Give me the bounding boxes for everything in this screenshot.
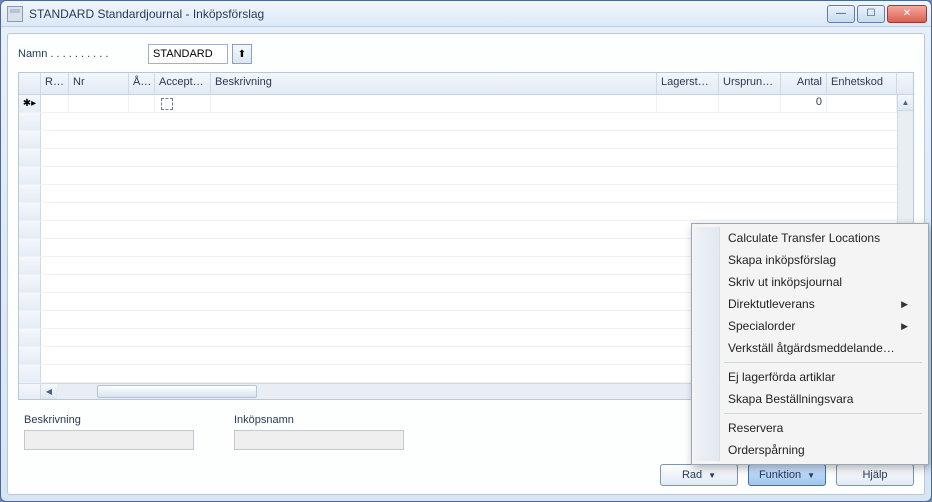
col-header-r[interactable]: R… [41,73,69,94]
cell-nr[interactable] [69,95,129,112]
cell-ursprungl[interactable] [719,95,781,112]
menu-item[interactable]: Specialorder ▶ [694,315,926,337]
table-row[interactable]: ✱▸ 0 [19,95,897,113]
menu-item[interactable]: Calculate Transfer Locations [694,227,926,249]
menu-item-label: Ej lagerförda artiklar [728,370,835,384]
chevron-right-icon: ▶ [901,321,908,332]
maximize-button[interactable]: ☐ [857,5,885,23]
col-header-enhetskod[interactable]: Enhetskod [827,73,897,94]
hjalp-button[interactable]: Hjälp [836,464,914,486]
funktion-button-label: Funktion [759,469,801,481]
col-header-ursprungl[interactable]: Ursprungl… [719,73,781,94]
funktion-button[interactable]: Funktion ▼ [748,464,826,486]
grid-header-scroll-gap [897,73,913,94]
menu-item-label: Orderspårning [728,443,805,457]
app-icon [7,6,23,22]
scroll-left-icon[interactable]: ◀ [41,384,57,399]
chevron-down-icon: ▼ [807,471,815,480]
hscroll-left-pad [19,384,41,399]
menu-item[interactable]: Reservera [694,417,926,439]
chevron-right-icon: ▶ [901,299,908,310]
row-handle[interactable]: ✱▸ [19,95,41,112]
chevron-down-icon: ▼ [708,471,716,480]
menu-separator [724,413,922,414]
scroll-up-icon[interactable]: ▲ [898,95,913,111]
action-buttons: Rad ▼ Funktion ▼ Hjälp [18,464,914,486]
menu-separator [724,362,922,363]
window-frame: STANDARD Standardjournal - Inköpsförslag… [0,0,932,502]
window-title: STANDARD Standardjournal - Inköpsförslag [29,7,827,21]
menu-item-label: Skapa inköpsförslag [728,253,836,267]
namn-label: Namn . . . . . . . . . . [18,48,148,60]
namn-row: Namn . . . . . . . . . . ⬆ [18,44,914,64]
menu-item[interactable]: Direktutleverans ▶ [694,293,926,315]
menu-item-label: Specialorder [728,319,795,333]
grid-header: R… Nr Å… Accepter… Beskrivning Lagerstäl… [19,73,913,95]
cell-r[interactable] [41,95,69,112]
col-header-a[interactable]: Å… [129,73,155,94]
col-header-accepter[interactable]: Accepter… [155,73,211,94]
menu-item[interactable]: Skapa Beställningsvara [694,388,926,410]
close-button[interactable]: ✕ [887,5,927,23]
menu-item-label: Reservera [728,421,783,435]
inkopsnamn-field: Inköpsnamn [234,414,404,450]
beskrivning-value [24,430,194,450]
cell-antal[interactable]: 0 [781,95,827,112]
lookup-up-icon: ⬆ [238,49,246,60]
hscroll-thumb[interactable] [97,385,257,398]
menu-item[interactable]: Ej lagerförda artiklar [694,366,926,388]
menu-item-label: Direktutleverans [728,297,815,311]
menu-item[interactable]: Skapa inköpsförslag [694,249,926,271]
funktion-menu: Calculate Transfer Locations Skapa inköps… [691,223,929,465]
col-header-lagerstall[interactable]: Lagerställ… [657,73,719,94]
menu-item-label: Calculate Transfer Locations [728,231,880,245]
minimize-button[interactable]: — [827,5,855,23]
cell-a[interactable] [129,95,155,112]
menu-item[interactable]: Skriv ut inköpsjournal [694,271,926,293]
cell-enhetskod[interactable] [827,95,897,112]
cell-lagerstall[interactable] [657,95,719,112]
titlebar[interactable]: STANDARD Standardjournal - Inköpsförslag… [1,1,931,27]
rad-button[interactable]: Rad ▼ [660,464,738,486]
grid-corner[interactable] [19,73,41,94]
rad-button-label: Rad [682,469,702,481]
menu-item-label: Skriv ut inköpsjournal [728,275,842,289]
beskrivning-field: Beskrivning [24,414,194,450]
namn-input[interactable] [148,44,228,64]
menu-item-label: Skapa Beställningsvara [728,392,853,406]
menu-item-label: Verkställ åtgärdsmeddelande… [728,341,895,355]
col-header-antal[interactable]: Antal [781,73,827,94]
accepter-checkbox[interactable] [161,98,173,110]
cell-accepter[interactable] [155,95,211,112]
window-controls: — ☐ ✕ [827,5,927,23]
col-header-nr[interactable]: Nr [69,73,129,94]
col-header-beskrivning[interactable]: Beskrivning [211,73,657,94]
beskrivning-label: Beskrivning [24,414,194,426]
inkopsnamn-value [234,430,404,450]
cell-beskrivning[interactable] [211,95,657,112]
menu-item[interactable]: Verkställ åtgärdsmeddelande… [694,337,926,359]
hjalp-button-label: Hjälp [862,469,887,481]
inkopsnamn-label: Inköpsnamn [234,414,404,426]
row-indicator-icon: ✱▸ [23,98,36,109]
menu-item[interactable]: Orderspårning [694,439,926,461]
namn-lookup-button[interactable]: ⬆ [232,44,252,64]
